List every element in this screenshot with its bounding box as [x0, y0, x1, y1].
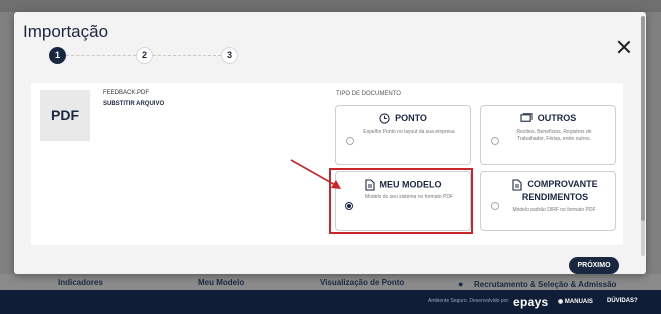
option-outros-header: OUTROS — [481, 113, 615, 124]
nav-item-visualizacao-ponto[interactable]: Visualização de Ponto — [320, 278, 404, 287]
duvidas-link[interactable]: DÚVIDAS? — [607, 298, 638, 304]
highlight-box — [329, 168, 473, 234]
option-outros-description: Recibos, Benefícios, Registros de Trabal… — [516, 129, 592, 142]
option-comprovante-radio[interactable] — [491, 202, 499, 210]
step-3[interactable]: 3 — [221, 47, 238, 64]
option-outros-radio[interactable] — [491, 137, 499, 145]
option-comprovante-description: Modelo padrão DIRF no formato PDF — [512, 207, 596, 213]
modal-title: Importação — [23, 22, 109, 41]
footer: Ambiente Seguro. Desenvolvido por: epays… — [0, 290, 661, 314]
next-button[interactable]: PRÓXIMO — [569, 257, 619, 274]
option-outros-title: OUTROS — [537, 113, 577, 123]
stepper-connector — [153, 55, 221, 56]
background-topbar — [0, 0, 661, 12]
scrollbar-thumb[interactable] — [641, 16, 645, 221]
file-name: FEEDBACK.PDF — [103, 90, 150, 96]
footer-text: Ambiente Seguro. Desenvolvido por: — [428, 298, 510, 304]
option-comprovante-header: COMPROVANTE RENDIMENTOS — [501, 178, 609, 204]
manuais-label: MANUAIS — [564, 299, 593, 305]
step-2[interactable]: 2 — [136, 47, 153, 64]
epays-logo: epays — [513, 295, 549, 309]
option-ponto-title: PONTO — [395, 113, 427, 123]
option-ponto-radio[interactable] — [346, 137, 354, 145]
close-icon[interactable] — [617, 40, 631, 54]
option-ponto-header: PONTO — [336, 113, 470, 124]
pdf-file-icon: PDF — [40, 90, 90, 141]
stepper-connector — [66, 55, 136, 56]
option-outros[interactable]: OUTROS Recibos, Benefícios, Registros de… — [480, 105, 616, 165]
manuais-link[interactable]: ◉ MANUAIS — [558, 298, 593, 305]
stepper: 1 2 3 — [47, 46, 238, 66]
arrow-annotation-icon — [290, 159, 341, 189]
document-icon — [512, 179, 522, 191]
option-ponto-description: Espelho Ponto no layout da sua empresa — [363, 129, 455, 135]
option-comprovante-title: COMPROVANTE RENDIMENTOS — [521, 179, 598, 202]
clock-icon — [379, 113, 390, 124]
cards-icon — [520, 113, 533, 122]
nav-item-meu-modelo[interactable]: Meu Modelo — [198, 278, 244, 287]
import-modal: Importação 1 2 3 PDF FEEDBACK.PDF SUBSTI… — [14, 12, 646, 274]
people-icon: ● — [458, 279, 464, 289]
document-type-label: TIPO DE DOCUMENTO — [336, 91, 401, 97]
recruitment-label: Recrutamento & Seleção & Admissão — [474, 280, 617, 289]
option-comprovante-rendimentos[interactable]: COMPROVANTE RENDIMENTOS Modelo padrão DI… — [480, 171, 616, 231]
recruitment-link[interactable]: ● Recrutamento & Seleção & Admissão — [458, 277, 648, 291]
step-1[interactable]: 1 — [49, 47, 66, 64]
replace-file-link[interactable]: SUBSTITIR ARQUIVO — [103, 101, 164, 107]
option-ponto[interactable]: PONTO Espelho Ponto no layout da sua emp… — [335, 105, 471, 165]
help-circle-icon: ◉ — [558, 299, 564, 305]
nav-item-indicadores[interactable]: Indicadores — [58, 278, 103, 287]
